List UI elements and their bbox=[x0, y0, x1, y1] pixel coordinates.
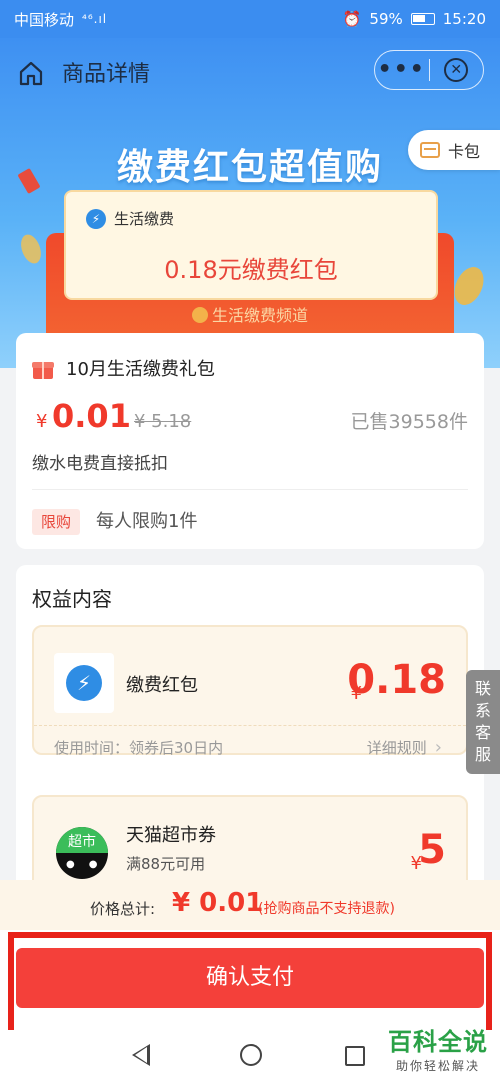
home-button-icon[interactable] bbox=[240, 1044, 262, 1066]
limit-badge: 限购 bbox=[32, 509, 80, 535]
benefit-value: 5 bbox=[418, 827, 446, 873]
close-button[interactable]: ✕ bbox=[430, 58, 484, 82]
original-price: ¥ 5.18 bbox=[134, 411, 192, 432]
limit-text: 每人限购1件 bbox=[96, 511, 198, 532]
hero-title: 缴费红包超值购 bbox=[116, 147, 383, 188]
page-title: 商品详情 bbox=[62, 62, 151, 87]
total-value: ¥ 0.01 bbox=[172, 888, 264, 918]
voucher-tag-label: 生活缴费 bbox=[114, 210, 175, 228]
total-note: (抢购商品不支持退款) bbox=[258, 901, 395, 917]
price-currency: ¥ bbox=[36, 411, 48, 432]
detail-rules-label: 详细规则 bbox=[366, 739, 427, 757]
service-char: 系 bbox=[474, 701, 491, 720]
product-title: 10月生活缴费礼包 bbox=[66, 359, 215, 380]
benefit-subtitle: 满88元可用 bbox=[126, 855, 206, 873]
clock: 15:20 bbox=[442, 10, 486, 28]
signal-icon: ⁴⁶.ıl bbox=[82, 12, 108, 26]
benefit-usage: 使用时间：领券后30日内 bbox=[54, 739, 224, 757]
service-char: 服 bbox=[474, 745, 491, 764]
back-icon[interactable] bbox=[132, 1044, 150, 1066]
sale-price: 0.01 bbox=[52, 397, 131, 435]
battery-percent: 59% bbox=[369, 10, 403, 28]
service-char: 联 bbox=[474, 679, 491, 698]
lightning-drop-icon: ⚡ bbox=[66, 665, 102, 701]
contact-service-button[interactable]: 联 系 客 服 bbox=[466, 670, 500, 774]
channel-link[interactable]: 生活缴费频道 bbox=[0, 302, 500, 326]
confirm-pay-button[interactable]: 确认支付 bbox=[16, 948, 484, 1008]
benefit-icon: ⚡ bbox=[54, 653, 114, 713]
watermark: 百科全说 助你轻松解决 bbox=[388, 1022, 488, 1074]
tmall-icon-text: 超市 bbox=[56, 827, 108, 853]
benefit-name: 缴费红包 bbox=[126, 675, 198, 696]
tmall-supermarket-icon: 超市 ●● bbox=[56, 827, 108, 879]
more-button[interactable]: ••• bbox=[375, 50, 429, 90]
footer: 确认支付 bbox=[0, 930, 500, 1036]
lightning-drop-icon: ⚡ bbox=[86, 208, 106, 229]
benefit-name: 天猫超市券 bbox=[126, 825, 216, 846]
status-bar: 中国移动 ⁴⁶.ıl ⏰ 59% 15:20 bbox=[0, 0, 500, 38]
mini-program-capsule: ••• ✕ bbox=[374, 50, 484, 90]
dashed-divider bbox=[34, 725, 466, 726]
voucher-amount: 0.18元缴费红包 bbox=[164, 256, 338, 284]
voucher-tag: ⚡ 生活缴费 bbox=[86, 208, 174, 229]
home-icon[interactable] bbox=[18, 60, 44, 86]
service-char: 客 bbox=[474, 723, 491, 742]
product-description: 缴水电费直接抵扣 bbox=[32, 454, 168, 474]
hero-banner: 商品详情 ••• ✕ 卡包 缴费红包超值购 ⚡ 生活缴费 0.18元缴费红包 生… bbox=[0, 38, 500, 368]
channel-label: 生活缴费频道 bbox=[211, 306, 308, 325]
tmall-eyes: ●● bbox=[66, 859, 108, 870]
carrier-name: 中国移动 bbox=[14, 10, 75, 29]
coin-icon bbox=[191, 307, 208, 323]
sold-count: 已售39558件 bbox=[350, 411, 468, 433]
recent-apps-icon[interactable] bbox=[345, 1046, 365, 1066]
alarm-icon: ⏰ bbox=[342, 10, 362, 28]
detail-rules-link[interactable]: 详细规则 › bbox=[367, 737, 442, 758]
decor-coin-icon bbox=[17, 231, 45, 267]
close-icon: ✕ bbox=[444, 58, 469, 82]
chevron-right-icon: › bbox=[434, 737, 442, 758]
benefits-title: 权益内容 bbox=[32, 587, 112, 611]
benefit-value: 0.18 bbox=[347, 657, 446, 703]
divider bbox=[32, 489, 468, 490]
gift-icon bbox=[32, 359, 54, 379]
benefits-section: 权益内容 ⚡ 缴费红包 ¥ 0.18 使用时间：领券后30日内 详细规则 › 超市… bbox=[16, 565, 484, 935]
watermark-title: 百科全说 bbox=[388, 1028, 488, 1056]
total-label: 价格总计: bbox=[90, 900, 156, 918]
benefit-item[interactable]: ⚡ 缴费红包 ¥ 0.18 使用时间：领券后30日内 详细规则 › bbox=[32, 625, 468, 758]
watermark-subtitle: 助你轻松解决 bbox=[395, 1059, 480, 1073]
price-total-bar: 价格总计: ¥ 0.01 (抢购商品不支持退款) bbox=[0, 880, 500, 930]
battery-icon bbox=[410, 13, 435, 25]
voucher-card: ⚡ 生活缴费 0.18元缴费红包 bbox=[64, 190, 438, 300]
product-card: 10月生活缴费礼包 ¥ 0.01 ¥ 5.18 已售39558件 缴水电费直接抵… bbox=[16, 333, 484, 549]
